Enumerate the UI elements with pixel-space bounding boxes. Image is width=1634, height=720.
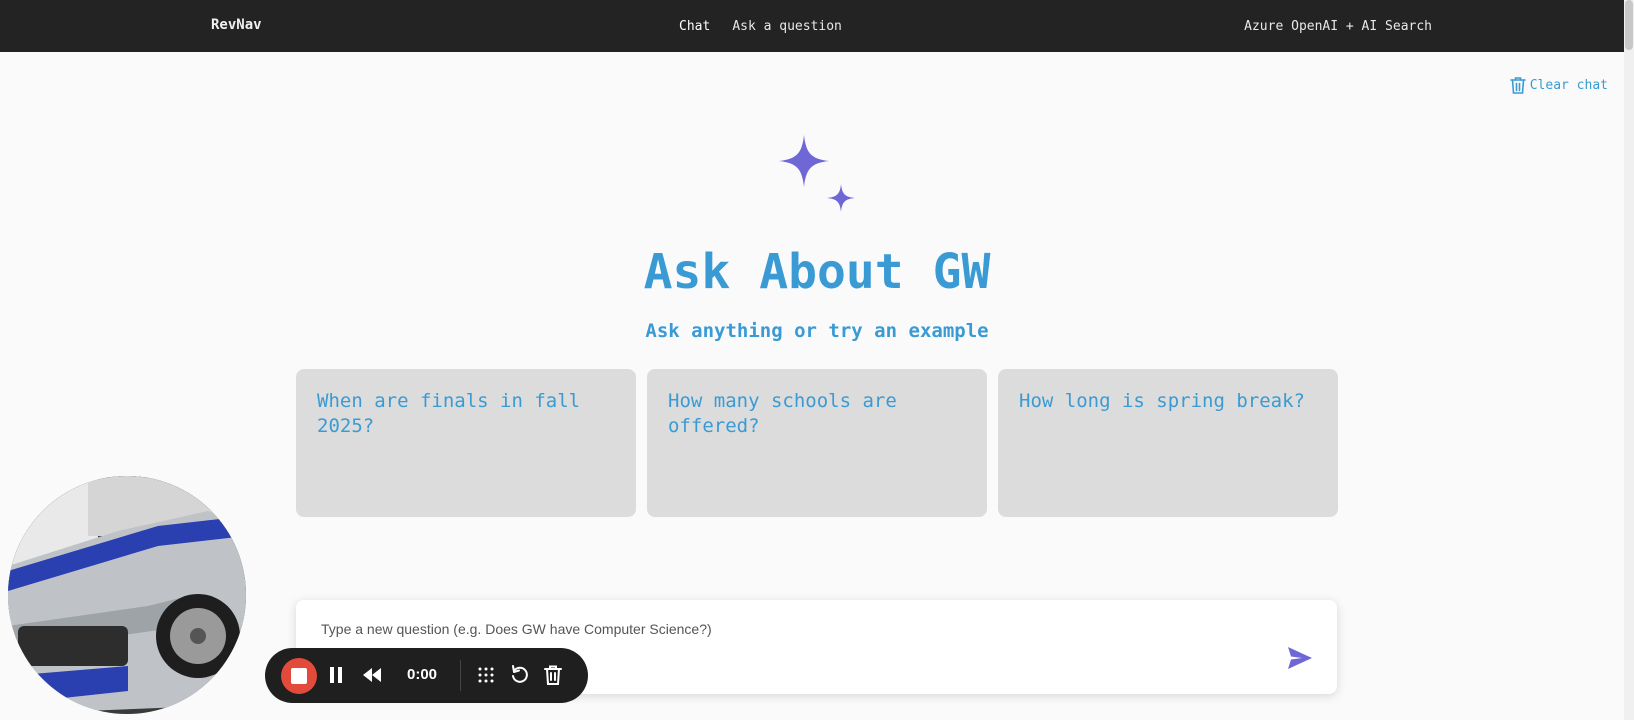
page-subtitle: Ask anything or try an example (645, 320, 989, 342)
top-navbar: RevNav Chat Ask a question Azure OpenAI … (0, 0, 1634, 52)
grid-icon[interactable] (475, 664, 497, 686)
example-question-card[interactable]: How long is spring break? (998, 369, 1338, 517)
page-title: Ask About GW (643, 244, 991, 300)
restart-icon[interactable] (509, 664, 531, 686)
brand-logo[interactable]: RevNav (211, 17, 262, 33)
main-nav: Chat Ask a question (679, 19, 842, 34)
trash-icon[interactable] (543, 664, 563, 686)
recording-toolbar: 0:00 (265, 648, 588, 703)
nav-ask-question[interactable]: Ask a question (732, 19, 842, 34)
clear-chat-label: Clear chat (1529, 77, 1608, 93)
scrollbar[interactable] (1624, 0, 1634, 720)
example-question-card[interactable]: How many schools are offered? (647, 369, 987, 517)
scrollbar-thumb[interactable] (1625, 0, 1633, 50)
recording-timer: 0:00 (407, 666, 438, 683)
toolbar-divider (460, 660, 461, 691)
webcam-preview (8, 476, 246, 714)
clear-chat-button[interactable]: Clear chat (1509, 75, 1608, 95)
rewind-icon[interactable] (361, 664, 383, 686)
example-question-card[interactable]: When are finals in fall 2025? (296, 369, 636, 517)
nav-chat[interactable]: Chat (679, 19, 710, 34)
sparkle-icon (779, 135, 855, 212)
example-questions: When are finals in fall 2025? How many s… (296, 369, 1338, 517)
send-icon[interactable] (1287, 646, 1313, 670)
car-image (8, 476, 246, 714)
provider-label: Azure OpenAI + AI Search (1244, 19, 1432, 34)
trash-icon (1509, 77, 1526, 94)
pause-icon[interactable] (328, 664, 344, 686)
stop-icon (291, 668, 307, 684)
question-input[interactable] (319, 620, 1223, 638)
stop-recording-button[interactable] (281, 658, 317, 694)
